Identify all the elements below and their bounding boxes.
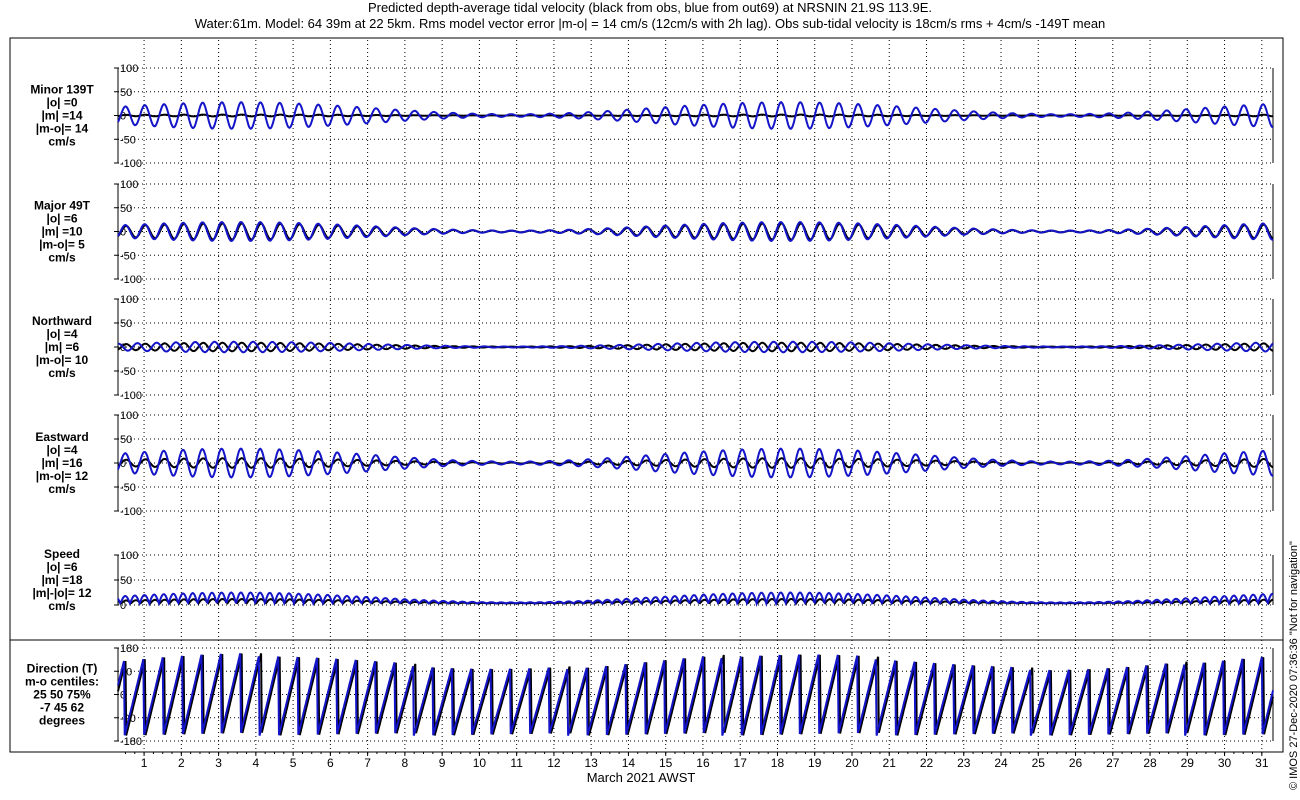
x-tick-label: 11	[510, 756, 523, 770]
minor-y-tick-label: -100	[120, 158, 142, 170]
x-tick-label: 14	[622, 756, 636, 770]
major-y-tick-label: 50	[120, 203, 132, 215]
x-tick-label: 13	[584, 756, 598, 770]
major-y-tick-label: 100	[120, 179, 138, 191]
x-tick-label: 25	[1032, 756, 1046, 770]
x-axis-label: March 2021 AWST	[587, 770, 696, 785]
direction-label-line: 25 50 75%	[33, 688, 91, 702]
major-label-line: |m-o|= 5	[39, 238, 85, 252]
x-tick-label: 27	[1106, 756, 1120, 770]
direction-y-tick-label: -180	[120, 736, 142, 748]
east-label-line: cm/s	[48, 482, 76, 496]
x-tick-label: 12	[547, 756, 561, 770]
minor-y-tick-label: 50	[120, 87, 132, 99]
east-obs-series	[117, 457, 1274, 469]
major-label-line: cm/s	[48, 251, 76, 265]
north-y-tick-label: 50	[120, 318, 132, 330]
direction-y-tick-label: 180	[120, 643, 138, 655]
copyright-notice: © IMOS 27-Dec-2020 07:36:36 "Not for nav…	[1288, 541, 1300, 790]
east-label-line: |m-o|= 12	[36, 469, 89, 483]
x-tick-label: 8	[402, 756, 409, 770]
x-tick-label: 15	[659, 756, 673, 770]
direction-label-line: degrees	[39, 714, 85, 728]
north-label-line: |o| =4	[46, 327, 77, 341]
x-tick-label: 4	[253, 756, 260, 770]
x-tick-label: 23	[957, 756, 971, 770]
x-tick-label: 29	[1181, 756, 1195, 770]
north-y-tick-label: -50	[120, 366, 136, 378]
minor-label-line: |m-o|= 14	[36, 122, 89, 136]
x-tick-label: 16	[696, 756, 710, 770]
x-tick-label: 6	[327, 756, 334, 770]
minor-label-line: Minor 139T	[30, 83, 94, 97]
north-label-line: cm/s	[48, 366, 76, 380]
minor-label-line: |m| =14	[41, 109, 82, 123]
east-label-line: Eastward	[35, 430, 88, 444]
east-label-line: |m| =16	[41, 456, 82, 470]
minor-label-line: cm/s	[48, 135, 76, 149]
x-tick-label: 2	[178, 756, 185, 770]
north-y-tick-label: -100	[120, 390, 142, 402]
minor-y-tick-label: -50	[120, 134, 136, 146]
x-tick-label: 24	[994, 756, 1008, 770]
minor-obs-series	[118, 113, 1273, 118]
x-tick-label: 20	[845, 756, 859, 770]
x-tick-label: 3	[215, 756, 222, 770]
major-label-line: |m| =10	[41, 225, 82, 239]
major-y-tick-label: -50	[120, 250, 136, 262]
speed-y-tick-label: 50	[120, 575, 132, 587]
major-y-tick-label: -100	[120, 274, 142, 286]
direction-label-line: Direction (T)	[27, 662, 98, 676]
speed-label-line: |m| =18	[41, 573, 82, 587]
speed-label-line: Speed	[44, 547, 80, 561]
north-label-line: |m| =6	[45, 340, 80, 354]
x-tick-label: 19	[808, 756, 822, 770]
x-tick-label: 30	[1218, 756, 1232, 770]
major-label-line: |o| =6	[46, 212, 77, 226]
east-y-tick-label: 100	[120, 410, 138, 422]
speed-model-series	[117, 591, 1274, 608]
direction-label-line: m-o centiles:	[25, 675, 99, 689]
x-tick-label: 21	[883, 756, 897, 770]
east-y-tick-label: 50	[120, 434, 132, 446]
major-label-line: Major 49T	[34, 199, 91, 213]
north-label-line: Northward	[32, 314, 92, 328]
speed-label-line: |m|-|o|= 12	[32, 586, 91, 600]
speed-label-line: cm/s	[48, 599, 76, 613]
speed-y-tick-label: 100	[120, 550, 138, 562]
x-tick-label: 18	[771, 756, 785, 770]
major-model-series	[117, 220, 1273, 243]
speed-label-line: |o| =6	[46, 560, 77, 574]
x-tick-label: 28	[1143, 756, 1157, 770]
east-label-line: |o| =4	[46, 443, 77, 457]
x-tick-label: 5	[290, 756, 297, 770]
x-tick-label: 9	[439, 756, 446, 770]
east-y-tick-label: -100	[120, 506, 142, 518]
x-tick-label: 1	[141, 756, 148, 770]
east-y-tick-label: -50	[120, 482, 136, 494]
north-y-tick-label: 100	[120, 294, 138, 306]
x-tick-label: 7	[364, 756, 371, 770]
direction-label-line: -7 45 62	[40, 701, 84, 715]
x-tick-label: 22	[920, 756, 934, 770]
x-tick-label: 26	[1069, 756, 1083, 770]
x-tick-label: 31	[1255, 756, 1269, 770]
tidal-velocity-chart: 1 2 3 4 5 6 7 8 9 10 11 12 13 14 15 16 17 18 19 20 21 22 23 24 2…	[9, 37, 1284, 785]
minor-label-line: |o| =0	[46, 96, 77, 110]
x-tick-label: 10	[473, 756, 487, 770]
minor-y-tick-label: 100	[120, 63, 138, 75]
north-label-line: |m-o|= 10	[36, 353, 89, 367]
x-tick-label: 17	[734, 756, 748, 770]
